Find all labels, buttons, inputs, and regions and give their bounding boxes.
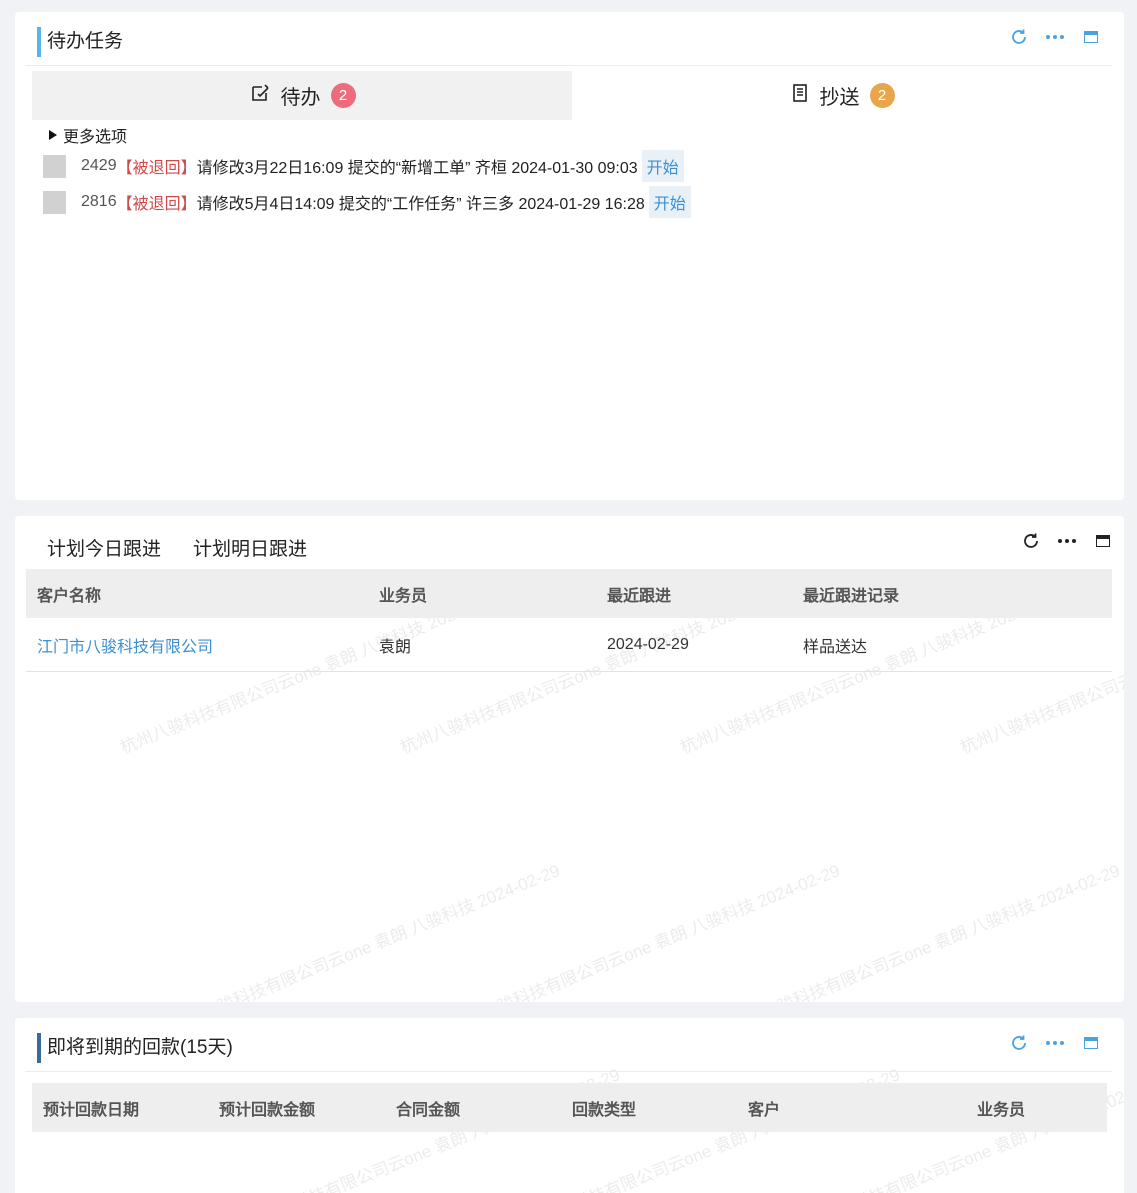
more-options-toggle[interactable]: 更多选项 — [49, 123, 127, 147]
col-contract-amount[interactable]: 合同金额 — [385, 1096, 561, 1120]
cc-icon — [790, 83, 810, 109]
todo-panel-tools — [1010, 28, 1100, 46]
followup-panel: 杭州八骏科技有限公司云one 袁朗 八骏科技 2024-02-29 杭州八骏科技… — [15, 516, 1124, 1002]
refresh-icon[interactable] — [1022, 532, 1040, 550]
refresh-icon[interactable] — [1010, 28, 1028, 46]
title-accent-bar — [37, 1033, 41, 1063]
task-checkbox[interactable] — [43, 154, 66, 178]
task-id: 2429 — [81, 157, 117, 174]
more-icon[interactable] — [1046, 1034, 1064, 1052]
more-options-label: 更多选项 — [63, 129, 128, 146]
todo-panel-header: 待办任务 — [25, 12, 1112, 66]
title-accent-bar — [37, 27, 41, 57]
col-customer[interactable]: 客户名称 — [26, 582, 368, 606]
col-salesperson[interactable]: 业务员 — [368, 582, 596, 606]
payment-panel-title: 即将到期的回款(15天) — [37, 1033, 233, 1063]
payment-panel: 杭州八骏科技有限公司云one 袁朗 八骏科技 2024-02-29 杭州八骏科技… — [15, 1018, 1124, 1193]
task-item: 2429 【被退回】 请修改3月22日16:09 提交的“新增工单” 齐桓 20… — [43, 150, 684, 182]
cell-salesperson: 袁朗 — [379, 638, 412, 656]
col-salesperson[interactable]: 业务员 — [966, 1096, 1107, 1120]
task-id: 2816 — [81, 193, 117, 210]
followup-table: 客户名称 业务员 最近跟进 最近跟进记录 江门市八骏科技有限公司 袁朗 2024… — [26, 569, 1112, 672]
col-expected-amount[interactable]: 预计回款金额 — [208, 1096, 385, 1120]
task-start-button[interactable]: 开始 — [648, 186, 691, 218]
payment-panel-title-text: 即将到期的回款(15天) — [47, 1037, 233, 1058]
todo-count-badge: 2 — [330, 83, 356, 108]
cell-followup-record: 样品送达 — [803, 638, 868, 656]
col-customer[interactable]: 客户 — [737, 1096, 966, 1120]
maximize-icon[interactable] — [1094, 532, 1112, 550]
task-start-button[interactable]: 开始 — [641, 150, 684, 182]
followup-tabs: 计划今日跟进 计划明日跟进 — [31, 530, 323, 571]
table-header: 客户名称 业务员 最近跟进 最近跟进记录 — [26, 569, 1112, 618]
task-status-tag: 【被退回】 — [116, 196, 197, 213]
tab-cc[interactable]: 抄送 2 — [572, 71, 1112, 120]
task-status-tag: 【被退回】 — [116, 160, 197, 177]
tab-todo[interactable]: 待办 2 — [32, 71, 572, 120]
task-text: 请修改5月4日14:09 提交的“工作任务” 许三多 2024-01-29 16… — [196, 196, 645, 213]
payment-table: 预计回款日期 预计回款金额 合同金额 回款类型 客户 业务员 — [32, 1083, 1107, 1132]
tab-today-followup[interactable]: 计划今日跟进 — [31, 530, 178, 571]
todo-panel-title: 待办任务 — [37, 27, 123, 57]
task-checkbox[interactable] — [43, 190, 66, 214]
refresh-icon[interactable] — [1010, 1034, 1028, 1052]
task-text: 请修改3月22日16:09 提交的“新增工单” 齐桓 2024-01-30 09… — [196, 160, 638, 177]
table-row[interactable]: 江门市八骏科技有限公司 袁朗 2024-02-29 样品送达 — [26, 618, 1112, 672]
table-header: 预计回款日期 预计回款金额 合同金额 回款类型 客户 业务员 — [32, 1083, 1107, 1132]
tab-cc-label: 抄送 — [819, 87, 860, 109]
task-item: 2816 【被退回】 请修改5月4日14:09 提交的“工作任务” 许三多 20… — [43, 186, 691, 218]
maximize-icon[interactable] — [1082, 1034, 1100, 1052]
todo-icon — [249, 82, 271, 110]
customer-link[interactable]: 江门市八骏科技有限公司 — [26, 633, 368, 657]
maximize-icon[interactable] — [1082, 28, 1100, 46]
col-payment-type[interactable]: 回款类型 — [561, 1096, 737, 1120]
todo-panel-title-text: 待办任务 — [47, 31, 124, 52]
cell-last-followup: 2024-02-29 — [607, 635, 689, 653]
followup-panel-tools — [1022, 532, 1112, 550]
cc-count-badge: 2 — [869, 83, 895, 108]
payment-panel-header: 即将到期的回款(15天) — [25, 1018, 1112, 1072]
todo-tabs: 待办 2 抄送 2 — [32, 71, 1112, 120]
tab-tomorrow-followup[interactable]: 计划明日跟进 — [177, 530, 323, 571]
tab-todo-label: 待办 — [280, 87, 321, 109]
todo-panel: 待办任务 待办 2 抄送 2 更多选项 2429 【被退回】 请修改3月22日1… — [15, 12, 1124, 500]
more-icon[interactable] — [1058, 532, 1076, 550]
col-followup-record[interactable]: 最近跟进记录 — [792, 582, 1112, 606]
expand-triangle-icon — [49, 130, 57, 140]
payment-panel-tools — [1010, 1034, 1100, 1052]
col-last-followup[interactable]: 最近跟进 — [596, 582, 792, 606]
more-icon[interactable] — [1046, 28, 1064, 46]
col-expected-date[interactable]: 预计回款日期 — [32, 1096, 208, 1120]
